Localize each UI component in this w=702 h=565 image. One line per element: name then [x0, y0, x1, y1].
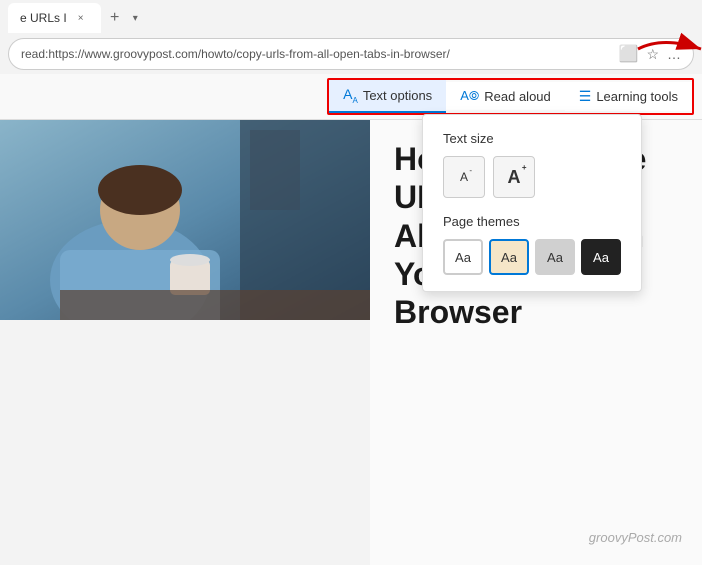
theme-beige-button[interactable]: Aa: [489, 239, 529, 275]
text-options-panel: Text size A- A+ Page themes Aa Aa Aa: [422, 114, 642, 292]
increase-text-size-button[interactable]: A+: [493, 156, 535, 198]
site-watermark: groovyPost.com: [589, 530, 682, 545]
theme-gray-button[interactable]: Aa: [535, 239, 575, 275]
learning-tools-icon: ☰: [579, 88, 592, 105]
read-aloud-label: Read aloud: [484, 89, 551, 104]
person-image: [0, 120, 370, 320]
theme-dark-button[interactable]: Aa: [581, 239, 621, 275]
text-options-label: Text options: [363, 88, 432, 103]
decrease-text-size-button[interactable]: A-: [443, 156, 485, 198]
page-themes-title: Page themes: [443, 214, 621, 229]
address-text[interactable]: read:https://www.groovypost.com/howto/co…: [21, 47, 619, 61]
theme-white-label: Aa: [455, 250, 471, 265]
text-options-button[interactable]: AA Text options: [329, 80, 446, 113]
tab-bar: e URLs I × + ▾: [0, 0, 702, 36]
reader-toolbar-wrapper: AA Text options A⦾ Read aloud ☰ Learning…: [0, 74, 702, 120]
tab-dropdown-button[interactable]: ▾: [129, 9, 142, 28]
reader-toolbar: AA Text options A⦾ Read aloud ☰ Learning…: [327, 78, 694, 115]
read-aloud-button[interactable]: A⦾ Read aloud: [446, 82, 565, 110]
page-themes-controls: Aa Aa Aa Aa: [443, 239, 621, 275]
tab-title: e URLs I: [20, 11, 67, 25]
learning-tools-button[interactable]: ☰ Learning tools: [565, 82, 692, 111]
theme-white-button[interactable]: Aa: [443, 239, 483, 275]
read-aloud-icon: A⦾: [460, 88, 479, 104]
new-tab-button[interactable]: +: [101, 4, 129, 32]
text-options-icon: AA: [343, 86, 358, 105]
active-tab[interactable]: e URLs I ×: [8, 3, 101, 33]
text-size-title: Text size: [443, 131, 621, 146]
theme-gray-label: Aa: [547, 250, 563, 265]
tab-close-button[interactable]: ×: [73, 10, 89, 26]
article-hero-image: [0, 120, 370, 320]
decrease-icon: A-: [460, 170, 468, 184]
theme-dark-label: Aa: [593, 250, 609, 265]
address-bar: read:https://www.groovypost.com/howto/co…: [8, 38, 694, 70]
text-size-controls: A- A+: [443, 156, 621, 198]
learning-tools-label: Learning tools: [596, 89, 678, 104]
reader-toolbar-container: AA Text options A⦾ Read aloud ☰ Learning…: [0, 74, 702, 120]
red-arrow-indicator: [633, 31, 702, 67]
increase-icon: A+: [508, 167, 521, 188]
theme-beige-label: Aa: [501, 250, 517, 265]
hero-svg: [0, 120, 370, 320]
